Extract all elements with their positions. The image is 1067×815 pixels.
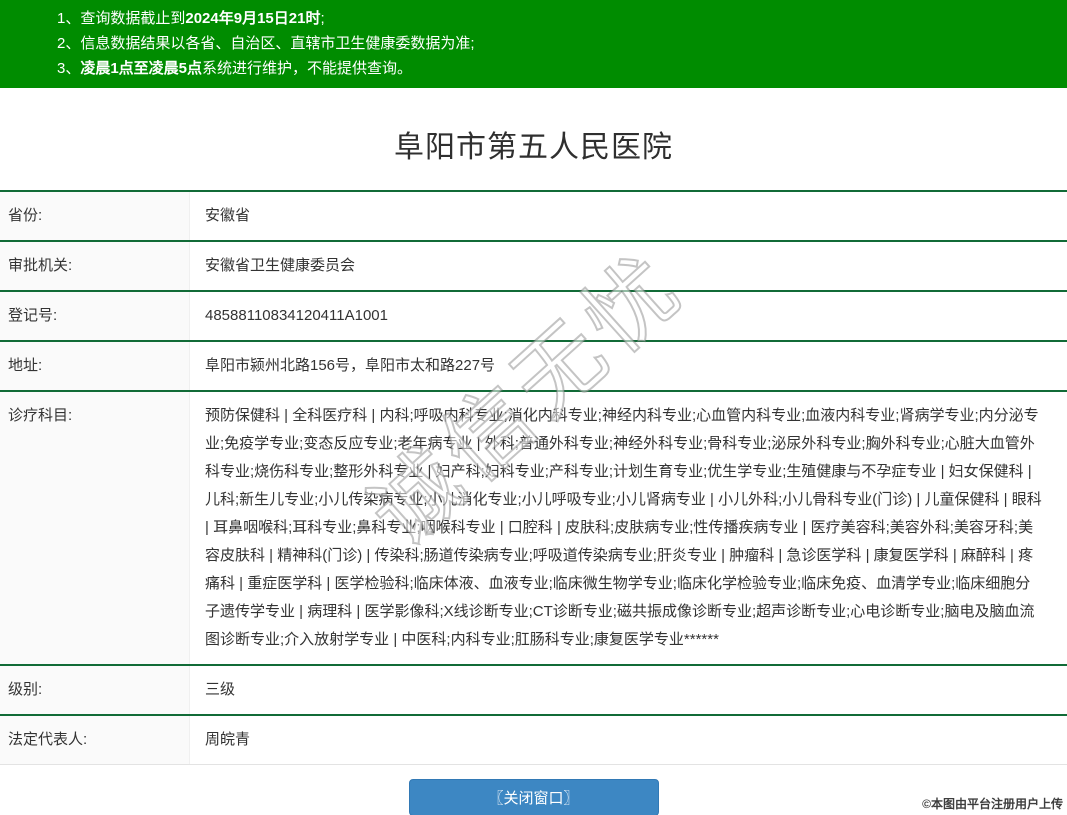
table-row-province: 省份: 安徽省: [0, 192, 1067, 242]
hospital-info-table: 省份: 安徽省 审批机关: 安徽省卫生健康委员会 登记号: 4858811083…: [0, 190, 1067, 765]
notice-line-2: 2、信息数据结果以各省、自治区、直辖市卫生健康委数据为准;: [57, 35, 475, 52]
table-row-approval-authority: 审批机关: 安徽省卫生健康委员会: [0, 242, 1067, 292]
row-label: 诊疗科目:: [0, 392, 190, 664]
row-label: 登记号:: [0, 292, 190, 340]
row-label: 级别:: [0, 666, 190, 714]
row-value: 阜阳市颍州北路156号，阜阳市太和路227号: [205, 357, 496, 374]
notice-number: 2、: [57, 35, 81, 52]
button-bar: 〖关闭窗口〗: [0, 779, 1067, 815]
table-row-registration-number: 登记号: 48588110834120411A1001: [0, 292, 1067, 342]
table-row-address: 地址: 阜阳市颍州北路156号，阜阳市太和路227号: [0, 342, 1067, 392]
row-value: 48588110834120411A1001: [205, 307, 388, 324]
row-value: 安徽省: [205, 207, 251, 224]
notice-line-1: 1、查询数据截止到2024年9月15日21时;: [57, 10, 325, 27]
notice-number: 3、: [57, 60, 81, 77]
row-label: 地址:: [0, 342, 190, 390]
notice-number: 1、: [57, 10, 81, 27]
page-title: 阜阳市第五人民医院: [394, 131, 673, 164]
notice-banner: 1、查询数据截止到2024年9月15日21时; 2、信息数据结果以各省、自治区、…: [0, 0, 1067, 88]
upload-attribution-note: ©本图由平台注册用户上传: [922, 797, 1063, 811]
row-value: 周皖青: [205, 731, 251, 748]
close-window-button[interactable]: 〖关闭窗口〗: [408, 779, 659, 815]
table-row-level: 级别: 三级: [0, 666, 1067, 716]
row-label: 审批机关:: [0, 242, 190, 290]
row-label: 法定代表人:: [0, 716, 190, 764]
notice-line-3: 3、凌晨1点至凌晨5点系统进行维护，不能提供查询。: [57, 60, 413, 77]
table-row-legal-representative: 法定代表人: 周皖青: [0, 716, 1067, 765]
table-row-medical-departments: 诊疗科目: 预防保健科 | 全科医疗科 | 内科;呼吸内科专业;消化内科专业;神…: [0, 392, 1067, 666]
row-label: 省份:: [0, 192, 190, 240]
row-value: 预防保健科 | 全科医疗科 | 内科;呼吸内科专业;消化内科专业;神经内科专业;…: [205, 407, 1042, 648]
row-value: 安徽省卫生健康委员会: [205, 257, 356, 274]
row-value: 三级: [205, 681, 236, 698]
